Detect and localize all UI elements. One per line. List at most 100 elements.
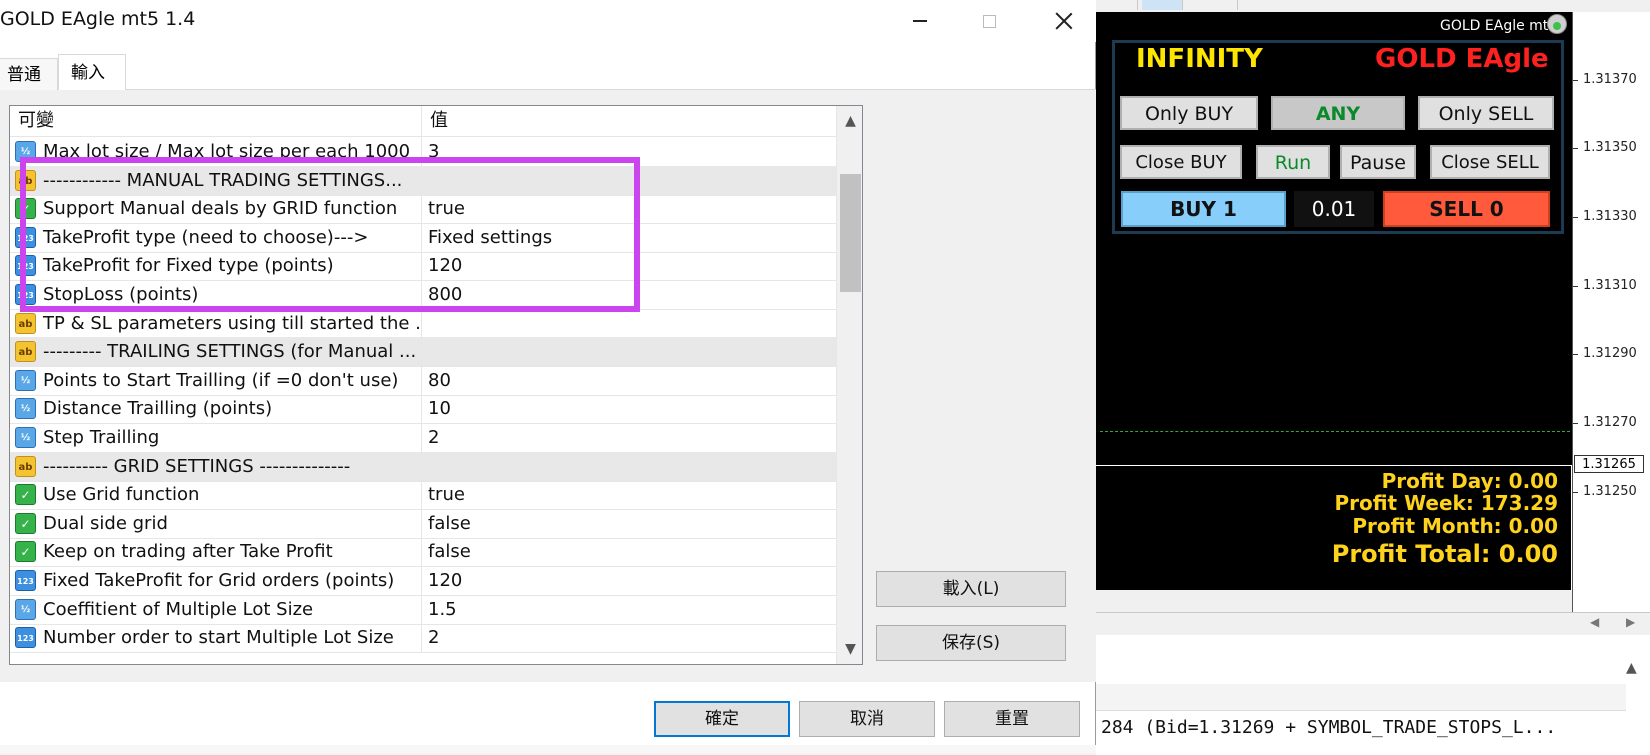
close-sell-button[interactable]: Close SELL [1430, 145, 1550, 179]
table-row[interactable]: ab --------- TRAILING SETTINGS (for Manua… [10, 337, 836, 368]
table-row[interactable]: 123 TakeProfit for Fixed type (points) 120 [10, 251, 836, 282]
scroll-down-icon[interactable]: ▼ [837, 636, 862, 662]
param-name-text: Coeffitient of Multiple Lot Size [43, 598, 314, 620]
only-sell-button[interactable]: Only SELL [1418, 96, 1554, 130]
cancel-button[interactable]: 取消 [799, 701, 935, 737]
param-value[interactable]: true [422, 194, 836, 223]
inputs-table: 可變 值 ½ Max lot size / Max lot size per ea… [9, 105, 863, 665]
table-row[interactable]: 123 Fixed TakeProfit for Grid orders (poi… [10, 566, 836, 596]
param-type-str-icon: ab [15, 341, 36, 363]
table-row[interactable]: ✓ Dual side grid false [10, 508, 836, 539]
param-value[interactable]: 10 [422, 394, 836, 423]
param-name-text: --------- TRAILING SETTINGS (for Manual … [43, 341, 417, 363]
save-button[interactable]: 保存(S) [876, 625, 1066, 661]
scroll-left-icon[interactable]: ◀ [1590, 615, 1599, 629]
maximize-button[interactable] [955, 0, 1023, 42]
param-name-text: TP & SL parameters using till started th… [43, 312, 422, 334]
param-value[interactable] [422, 337, 836, 366]
param-type-int-icon: 123 [15, 226, 36, 248]
param-value[interactable] [422, 166, 836, 195]
param-value[interactable]: 3 [422, 137, 836, 166]
profit-day: Profit Day: 0.00 [1381, 469, 1558, 493]
table-row[interactable]: ✓ Support Manual deals by GRID function tr… [10, 194, 836, 225]
param-name: ½ Coeffitient of Multiple Lot Size [10, 594, 422, 624]
profit-month: Profit Month: 0.00 [1352, 514, 1558, 538]
scroll-thumb[interactable] [840, 174, 861, 292]
buy-button[interactable]: BUY 1 [1121, 191, 1286, 227]
background-text-strip [0, 745, 1096, 754]
param-name-text: Dual side grid [43, 512, 168, 534]
ea-settings-dialog: GOLD EAgle mt5 1.4 普通 輸入 可變 值 ½ Max lot s… [0, 0, 1096, 754]
param-value[interactable]: 2 [422, 423, 836, 452]
table-row[interactable]: ab ------------ MANUAL TRADING SETTINGS..… [10, 165, 836, 196]
param-value[interactable]: 120 [422, 251, 836, 280]
scroll-right-icon[interactable]: ▶ [1626, 615, 1635, 629]
table-row[interactable]: ✓ Keep on trading after Take Profit false [10, 537, 836, 568]
sell-button[interactable]: SELL 0 [1383, 191, 1550, 227]
param-value[interactable]: 800 [422, 280, 836, 309]
column-header-value[interactable]: 值 [422, 106, 836, 136]
param-value[interactable] [422, 452, 836, 481]
table-row[interactable]: ab TP & SL parameters using till started … [10, 308, 836, 339]
param-value[interactable]: true [422, 480, 836, 509]
table-row[interactable]: ½ Points to Start Trailling (if =0 don't … [10, 365, 836, 396]
param-type-bool-icon: ✓ [15, 198, 36, 220]
table-row[interactable]: 123 TakeProfit type (need to choose)---> F… [10, 222, 836, 253]
log-tab-bar [1096, 684, 1626, 711]
param-name-text: Distance Trailling (points) [43, 398, 273, 420]
vertical-scrollbar[interactable]: ▲ ▼ [836, 106, 862, 664]
dialog-title: GOLD EAgle mt5 1.4 [0, 8, 196, 30]
param-name-text: ------------ MANUAL TRADING SETTINGS... [43, 169, 403, 191]
param-type-str-icon: ab [15, 169, 36, 191]
tab-inputs[interactable]: 輸入 [58, 54, 126, 90]
table-row[interactable]: ½ Coeffitient of Multiple Lot Size 1.5 [10, 594, 836, 625]
log-scroll-up-icon[interactable]: ▲ [1626, 660, 1637, 676]
any-direction-button[interactable]: ANY [1271, 96, 1405, 130]
param-value[interactable]: false [422, 509, 836, 538]
table-row[interactable]: 123 StopLoss (points) 800 [10, 280, 836, 310]
param-name: ab ------------ MANUAL TRADING SETTINGS..… [10, 165, 422, 195]
param-name: 123 TakeProfit type (need to choose)---> [10, 222, 422, 252]
only-buy-button[interactable]: Only BUY [1120, 96, 1258, 130]
table-row[interactable]: ✓ Use Grid function true [10, 480, 836, 511]
param-name-text: Fixed TakeProfit for Grid orders (points… [43, 570, 395, 591]
ok-button[interactable]: 確定 [654, 701, 790, 737]
lot-size-field[interactable]: 0.01 [1294, 191, 1374, 227]
table-row[interactable]: ½ Step Trailling 2 [10, 423, 836, 453]
param-value[interactable]: 1.5 [422, 595, 836, 624]
close-button[interactable] [1030, 0, 1098, 42]
scroll-up-icon[interactable]: ▲ [837, 108, 862, 134]
price-axis[interactable]: 1.31370 1.31350 1.31330 1.31310 1.31290 … [1572, 12, 1650, 612]
table-row[interactable]: ½ Max lot size / Max lot size per each 10… [10, 137, 836, 167]
param-value[interactable]: 120 [422, 566, 836, 595]
column-header-variable[interactable]: 可變 [10, 106, 422, 136]
tab-general[interactable]: 普通 [0, 58, 58, 90]
pause-button[interactable]: Pause [1340, 145, 1416, 179]
table-row[interactable]: 123 Number order to start Multiple Lot Si… [10, 623, 836, 654]
param-value[interactable] [422, 309, 836, 338]
toolbar-tab[interactable] [1142, 0, 1183, 10]
reset-button[interactable]: 重置 [944, 701, 1080, 737]
param-name-text: Points to Start Trailling (if =0 don't u… [43, 369, 399, 391]
toolbar-divider [1136, 0, 1138, 10]
param-value[interactable]: 2 [422, 623, 836, 652]
chart-horizontal-scrollbar[interactable]: ◀ ▶ [1096, 612, 1650, 635]
param-value[interactable]: false [422, 537, 836, 566]
param-name: ab --------- TRAILING SETTINGS (for Manua… [10, 337, 422, 367]
load-button[interactable]: 載入(L) [876, 571, 1066, 607]
current-price-label: 1.31265 [1574, 455, 1644, 473]
param-name-text: Support Manual deals by GRID function [43, 198, 398, 220]
close-buy-button[interactable]: Close BUY [1120, 145, 1242, 179]
toolbar-divider [1236, 0, 1238, 10]
param-value[interactable]: Fixed settings [422, 223, 836, 252]
param-type-frac-icon: ½ [15, 598, 36, 620]
maximize-icon [982, 14, 996, 28]
param-type-bool-icon: ✓ [15, 484, 36, 506]
table-row[interactable]: ½ Distance Trailling (points) 10 [10, 394, 836, 425]
run-button[interactable]: Run [1256, 145, 1330, 179]
param-value[interactable]: 80 [422, 366, 836, 395]
table-row[interactable]: ab ---------- GRID SETTINGS -------------… [10, 451, 836, 482]
minimize-button[interactable] [886, 0, 954, 42]
param-name: ab ---------- GRID SETTINGS -------------… [10, 451, 422, 481]
param-name: 123 StopLoss (points) [10, 280, 422, 309]
